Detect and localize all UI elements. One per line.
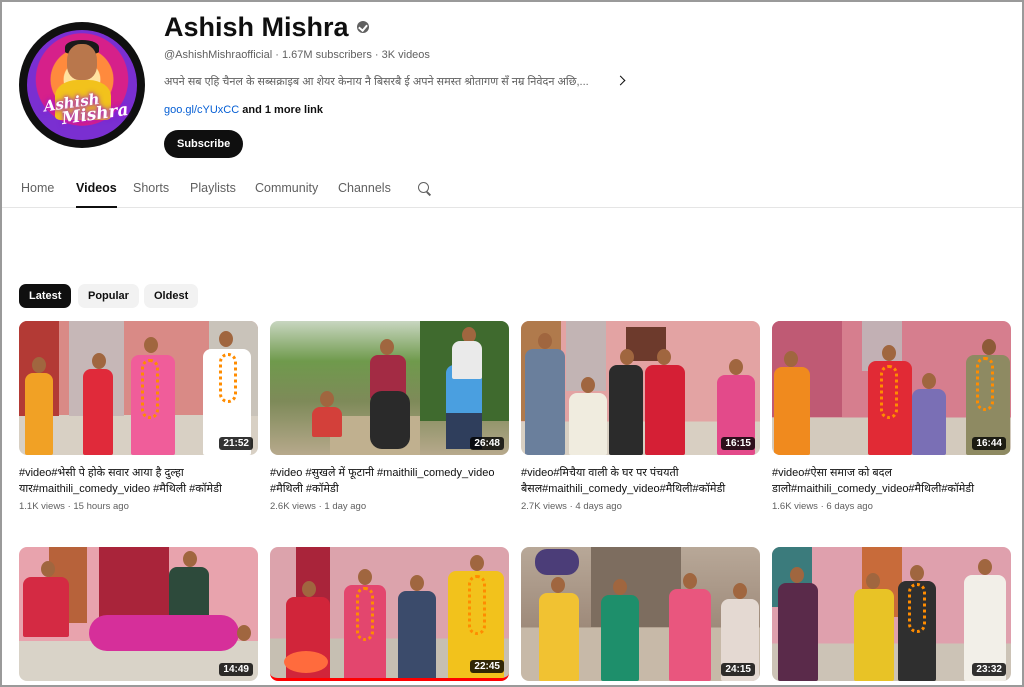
video-views: 1.6K views: [772, 501, 818, 512]
video-thumbnail[interactable]: 21:52: [19, 321, 258, 455]
video-thumbnail[interactable]: 14:49: [19, 547, 258, 681]
video-thumbnail[interactable]: 24:15: [521, 547, 760, 681]
channel-avatar[interactable]: Ashish Mishra: [19, 22, 145, 148]
video-thumbnail[interactable]: 26:48: [270, 321, 509, 455]
video-duration: 22:45: [470, 660, 504, 673]
video-views: 1.1K views: [19, 501, 65, 512]
video-age: 6 days ago: [826, 501, 873, 512]
channel-title: Ashish Mishra: [164, 10, 369, 44]
channel-description[interactable]: अपने सब एहि चैनल के सब्सक्राइब आ शेयर के…: [164, 74, 614, 89]
video-thumbnail[interactable]: 23:32: [772, 547, 1011, 681]
video-title[interactable]: #video#भेसी पे होके सवार आया है दुल्हा य…: [19, 465, 258, 497]
video-card[interactable]: 14:49: [19, 547, 258, 681]
chip-latest[interactable]: Latest: [19, 284, 72, 308]
video-count: 3K videos: [381, 49, 430, 61]
channel-handle: @AshishMishraofficial: [164, 49, 273, 61]
video-meta: 1.1K views · 15 hours ago: [19, 501, 129, 512]
video-age: 15 hours ago: [73, 501, 129, 512]
video-title[interactable]: #video #सुखले में फूटानी #maithili_comed…: [270, 465, 509, 497]
subscriber-count: 1.67M subscribers: [281, 49, 372, 61]
video-card[interactable]: 16:44 #video#ऐसा समाज को बदल डालो#maithi…: [772, 321, 1011, 512]
chevron-right-icon[interactable]: [614, 73, 630, 89]
chip-popular[interactable]: Popular: [78, 284, 139, 308]
tab-videos[interactable]: Videos: [76, 181, 117, 208]
video-duration: 14:49: [219, 663, 253, 676]
avatar-face: [67, 44, 97, 80]
channel-name: Ashish Mishra: [164, 12, 349, 42]
video-title[interactable]: #video#मिचैया वाली के घर पर पंचयती बैसल#…: [521, 465, 760, 497]
video-views: 2.6K views: [270, 501, 316, 512]
video-card[interactable]: 22:45: [270, 547, 509, 681]
video-thumbnail[interactable]: 22:45: [270, 547, 509, 681]
video-age: 4 days ago: [575, 501, 622, 512]
video-duration: 16:15: [721, 437, 755, 450]
video-duration: 26:48: [470, 437, 504, 450]
tab-community[interactable]: Community: [255, 181, 318, 195]
video-card[interactable]: 26:48 #video #सुखले में फूटानी #maithili…: [270, 321, 509, 512]
tab-shorts[interactable]: Shorts: [133, 181, 169, 195]
verified-check-icon: [356, 21, 369, 33]
video-thumbnail[interactable]: 16:44: [772, 321, 1011, 455]
video-duration: 24:15: [721, 663, 755, 676]
video-meta: 1.6K views · 6 days ago: [772, 501, 873, 512]
subscribe-button[interactable]: Subscribe: [164, 130, 244, 158]
tab-home[interactable]: Home: [21, 181, 54, 195]
video-duration: 16:44: [972, 437, 1006, 450]
video-title[interactable]: #video#ऐसा समाज को बदल डालो#maithili_com…: [772, 465, 1011, 497]
chip-oldest[interactable]: Oldest: [144, 284, 199, 308]
tab-playlists[interactable]: Playlists: [190, 181, 236, 195]
video-card[interactable]: 23:32: [772, 547, 1011, 681]
video-card[interactable]: 16:15 #video#मिचैया वाली के घर पर पंचयती…: [521, 321, 760, 512]
search-icon[interactable]: [417, 181, 433, 197]
channel-link[interactable]: goo.gl/cYUxCC: [164, 104, 239, 116]
video-thumbnail[interactable]: 16:15: [521, 321, 760, 455]
channel-tabs: Home Videos Shorts Playlists Community C…: [2, 168, 1022, 208]
video-age: 1 day ago: [324, 501, 367, 512]
video-card[interactable]: 24:15: [521, 547, 760, 681]
channel-links: goo.gl/cYUxCC and 1 more link: [164, 104, 323, 116]
video-duration: 21:52: [219, 437, 253, 450]
video-card[interactable]: 21:52 #video#भेसी पे होके सवार आया है दु…: [19, 321, 258, 512]
video-meta: 2.6K views · 1 day ago: [270, 501, 367, 512]
tab-channels[interactable]: Channels: [338, 181, 391, 195]
video-meta: 2.7K views · 4 days ago: [521, 501, 622, 512]
channel-meta: @AshishMishraofficial · 1.67M subscriber…: [164, 49, 430, 61]
youtube-channel-page: Ashish Mishra Ashish Mishra @AshishMishr…: [0, 0, 1024, 687]
video-duration: 23:32: [972, 663, 1006, 676]
video-views: 2.7K views: [521, 501, 567, 512]
more-links[interactable]: and 1 more link: [242, 104, 323, 116]
